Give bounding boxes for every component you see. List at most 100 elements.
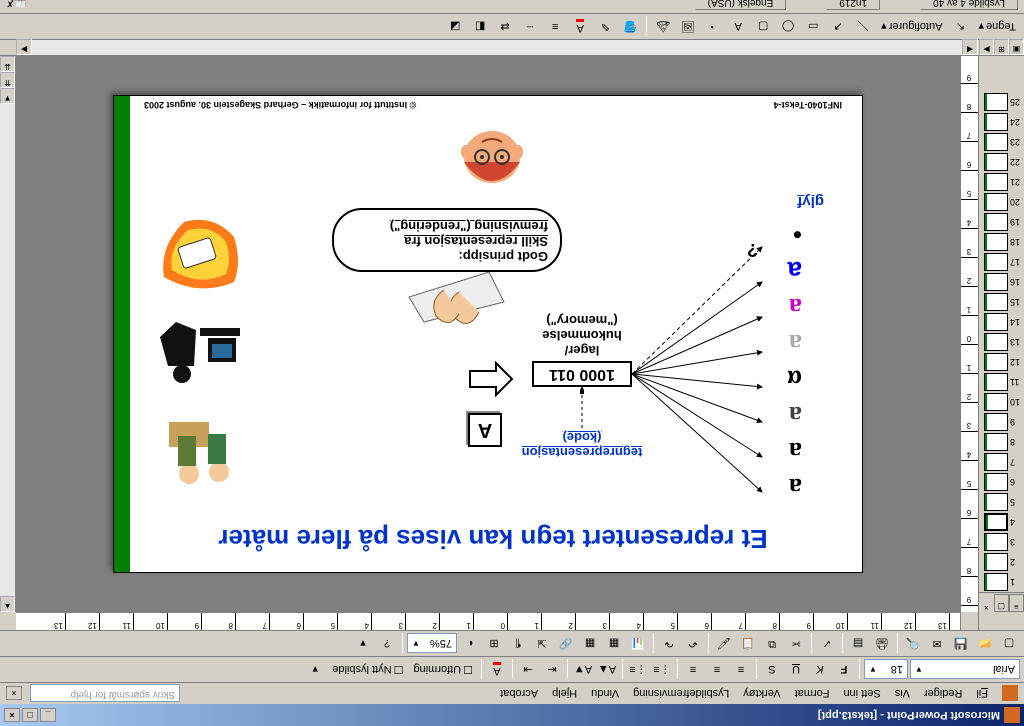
textbox-button[interactable]: ▢ [752, 16, 774, 38]
menu-insert[interactable]: Sett inn [837, 686, 886, 702]
copy-button[interactable]: ⧉ [761, 633, 783, 655]
scroll-left-button[interactable]: ◀ [962, 39, 978, 55]
menu-tools[interactable]: Verktøy [737, 686, 786, 702]
underline-button[interactable]: U [785, 659, 807, 681]
picture-button[interactable]: 🏔 [652, 16, 674, 38]
fill-color-button[interactable]: 🪣 [619, 16, 641, 38]
menu-file[interactable]: Fil [970, 686, 994, 702]
slide-thumbnail[interactable]: 1 [979, 572, 1024, 592]
shadow-style-button[interactable]: ◧ [469, 16, 491, 38]
slide-thumbnail[interactable]: 17 [979, 252, 1024, 272]
normal-view-button[interactable]: ▣ [1009, 39, 1024, 55]
oval-button[interactable]: ◯ [777, 16, 799, 38]
slide-thumbnail[interactable]: 7 [979, 452, 1024, 472]
slide-thumbnail[interactable]: 6 [979, 472, 1024, 492]
slide-thumbnail[interactable]: 3 [979, 532, 1024, 552]
insert-hyperlink-button[interactable]: 🔗 [555, 633, 577, 655]
3d-style-button[interactable]: ◪ [444, 16, 466, 38]
slide-thumbnail[interactable]: 15 [979, 292, 1024, 312]
expand-all-button[interactable]: ⇲ [531, 633, 553, 655]
slide-thumbnail[interactable]: 20 [979, 192, 1024, 212]
undo-button[interactable]: ↶ [682, 633, 704, 655]
minimize-button[interactable]: _ [40, 708, 56, 722]
menu-format[interactable]: Format [789, 686, 836, 702]
menu-slideshow[interactable]: Lysbildefremvisning [627, 686, 735, 702]
scroll-down-button[interactable]: ▼ [0, 88, 15, 104]
bullets-button[interactable]: ⋮≡ [627, 659, 649, 681]
increase-font-button[interactable]: A▲ [596, 659, 618, 681]
color-grayscale-button[interactable]: ◐ [459, 633, 481, 655]
italic-button[interactable]: K [809, 659, 831, 681]
menu-edit[interactable]: Rediger [918, 686, 969, 702]
slide-thumbnail[interactable]: 16 [979, 272, 1024, 292]
search-button[interactable]: 🔍 [902, 633, 924, 655]
new-slide-button[interactable]: ☐ Nytt lysbilde [328, 661, 407, 678]
paste-button[interactable]: 📋 [737, 633, 759, 655]
open-button[interactable]: 📂 [974, 633, 996, 655]
autoshapes-button[interactable]: Autofigurer ▾ [877, 18, 946, 35]
arrow-style-button[interactable]: ⇄ [494, 16, 516, 38]
show-formatting-button[interactable]: ¶ [507, 633, 529, 655]
wordart-button[interactable]: A [727, 16, 749, 38]
slide-thumbnail[interactable]: 18 [979, 232, 1024, 252]
slideshow-view-button[interactable]: ▶ [979, 39, 994, 55]
line-button[interactable]: ＼ [852, 16, 874, 38]
zoom-selector[interactable]: 75%▼ [407, 634, 457, 654]
close-button[interactable]: × [4, 708, 20, 722]
email-button[interactable]: ✉ [926, 633, 948, 655]
slide-thumbnail[interactable]: 11 [979, 372, 1024, 392]
menu-acrobat[interactable]: Acrobat [494, 686, 544, 702]
numbering-button[interactable]: ⋮≡ [651, 659, 673, 681]
help-search-box[interactable]: Skriv spørsmål for hjelp [30, 685, 180, 703]
toolbar-options-button[interactable]: ▾ [304, 659, 326, 681]
clipart-button[interactable]: 🖼 [677, 16, 699, 38]
status-spellcheck-icon[interactable]: 📖✗ [6, 0, 27, 8]
scroll-right-button[interactable]: ▶ [16, 39, 32, 55]
slide-thumbnail[interactable]: 24 [979, 112, 1024, 132]
help-button[interactable]: ? [376, 633, 398, 655]
maximize-button[interactable]: □ [22, 708, 38, 722]
scroll-up-button[interactable]: ▲ [0, 596, 15, 612]
slide-thumbnail[interactable]: 10 [979, 392, 1024, 412]
slide-thumbnail[interactable]: 2 [979, 552, 1024, 572]
font-color-button-2[interactable]: A [569, 16, 591, 38]
toolbar-options-button-2[interactable]: ▾ [352, 633, 374, 655]
decrease-indent-button[interactable]: ⇤ [541, 659, 563, 681]
dash-style-button[interactable]: ┄ [519, 16, 541, 38]
h-scroll-track[interactable] [32, 40, 962, 55]
format-painter-button[interactable]: 🖌 [713, 633, 735, 655]
shadow-button[interactable]: S [761, 659, 783, 681]
rectangle-button[interactable]: ▭ [802, 16, 824, 38]
slides-tab[interactable]: ▢ [994, 594, 1009, 612]
print-preview-button[interactable]: ▤ [847, 633, 869, 655]
menu-help[interactable]: Hjelp [546, 686, 583, 702]
line-style-button[interactable]: ≡ [544, 16, 566, 38]
font-color-button[interactable]: A [486, 659, 508, 681]
insert-chart-button[interactable]: 📊 [627, 633, 649, 655]
draw-menu-button[interactable]: Tegne ▾ [974, 18, 1020, 35]
align-right-button[interactable]: ≡ [682, 659, 704, 681]
panel-close-button[interactable]: × [979, 594, 994, 612]
select-objects-button[interactable]: ↖ [949, 16, 971, 38]
slide-thumbnail[interactable]: 12 [979, 352, 1024, 372]
bold-button[interactable]: F [833, 659, 855, 681]
increase-indent-button[interactable]: ⇥ [517, 659, 539, 681]
slide-thumbnail[interactable]: 4 [979, 512, 1024, 532]
line-color-button[interactable]: ✎ [594, 16, 616, 38]
diagram-button[interactable]: ◔ [702, 16, 724, 38]
vertical-scrollbar[interactable]: ▲ ▼ ⇈ ⇊ [0, 56, 16, 612]
design-button[interactable]: ☐ Utforming [409, 661, 477, 678]
doc-close-button[interactable]: × [6, 687, 22, 701]
print-button[interactable]: 🖨 [871, 633, 893, 655]
align-left-button[interactable]: ≡ [730, 659, 752, 681]
align-center-button[interactable]: ≡ [706, 659, 728, 681]
show-grid-button[interactable]: ⊞ [483, 633, 505, 655]
slide-thumbnail[interactable]: 23 [979, 132, 1024, 152]
slide-thumbnail[interactable]: 5 [979, 492, 1024, 512]
redo-button[interactable]: ↷ [658, 633, 680, 655]
slide-thumbnail[interactable]: 21 [979, 172, 1024, 192]
tables-borders-button[interactable]: ▦ [579, 633, 601, 655]
save-button[interactable]: 💾 [950, 633, 972, 655]
font-selector[interactable]: Arial▼ [910, 660, 1020, 680]
next-slide-button[interactable]: ⇊ [0, 56, 15, 72]
